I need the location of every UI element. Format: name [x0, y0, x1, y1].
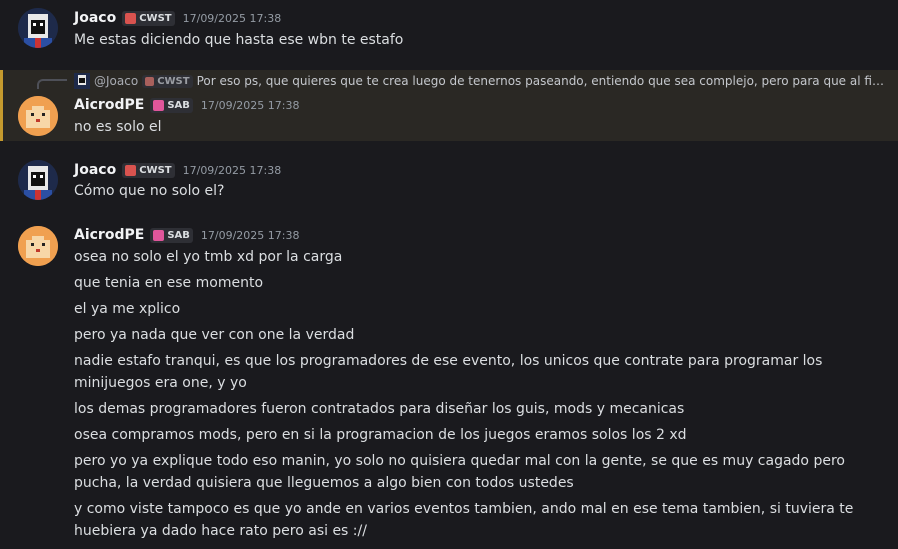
guild-tag[interactable]: CWST — [122, 10, 175, 26]
timestamp: 17/09/2025 17:38 — [200, 98, 300, 112]
message-text: nadie estafo tranqui, es que los program… — [74, 353, 823, 391]
reply-avatar — [74, 73, 90, 89]
message-header: AicrodPE SAB 17/09/2025 17:38 — [74, 225, 300, 245]
guild-tag-label: SAB — [167, 229, 190, 241]
timestamp: 17/09/2025 17:38 — [182, 163, 282, 177]
message-text: y como viste tampoco es que yo ande en v… — [74, 501, 854, 539]
cwst-badge-icon — [125, 12, 137, 24]
message-header: AicrodPE SAB 17/09/2025 17:38 — [74, 95, 300, 115]
guild-tag[interactable]: SAB — [150, 227, 193, 243]
message-header: Joaco CWST 17/09/2025 17:38 — [74, 8, 281, 28]
avatar[interactable] — [18, 8, 58, 48]
avatar[interactable] — [18, 160, 58, 200]
cwst-badge-icon — [145, 76, 155, 86]
message-text: no es solo el — [74, 119, 162, 135]
reply-guild-tag: CWST — [142, 74, 193, 88]
reply-author[interactable]: @Joaco — [94, 74, 138, 88]
sab-badge-icon — [153, 229, 165, 241]
reply-preview[interactable]: @Joaco CWST Por eso ps, que quieres que … — [74, 72, 884, 90]
timestamp: 17/09/2025 17:38 — [200, 228, 300, 242]
message-text: Cómo que no solo el? — [74, 183, 225, 199]
timestamp: 17/09/2025 17:38 — [182, 11, 282, 25]
sab-badge-icon — [153, 99, 165, 111]
username[interactable]: Joaco — [74, 162, 116, 178]
guild-tag[interactable]: SAB — [150, 97, 193, 113]
avatar[interactable] — [18, 96, 58, 136]
reply-guild-tag-label: CWST — [157, 75, 190, 87]
username[interactable]: Joaco — [74, 10, 116, 26]
avatar[interactable] — [18, 226, 58, 266]
guild-tag[interactable]: CWST — [122, 162, 175, 178]
message-text: el ya me xplico — [74, 301, 181, 317]
message-text: pero yo ya explique todo eso manin, yo s… — [74, 453, 845, 491]
message-text: los demas programadores fueron contratad… — [74, 401, 685, 417]
cwst-badge-icon — [125, 164, 137, 176]
message-text: que tenia en ese momento — [74, 275, 264, 291]
guild-tag-label: SAB — [167, 99, 190, 111]
message-text: pero ya nada que ver con one la verdad — [74, 327, 355, 343]
username[interactable]: AicrodPE — [74, 227, 144, 243]
guild-tag-label: CWST — [139, 12, 172, 24]
message-header: Joaco CWST 17/09/2025 17:38 — [74, 160, 281, 180]
message-text: osea no solo el yo tmb xd por la carga — [74, 249, 343, 265]
guild-tag-label: CWST — [139, 164, 172, 176]
reply-text: Por eso ps, que quieres que te crea lueg… — [196, 74, 884, 88]
reply-connector — [37, 79, 67, 89]
message-text: osea compramos mods, pero en si la progr… — [74, 427, 687, 443]
message-text: Me estas diciendo que hasta ese wbn te e… — [74, 32, 404, 48]
username[interactable]: AicrodPE — [74, 97, 144, 113]
